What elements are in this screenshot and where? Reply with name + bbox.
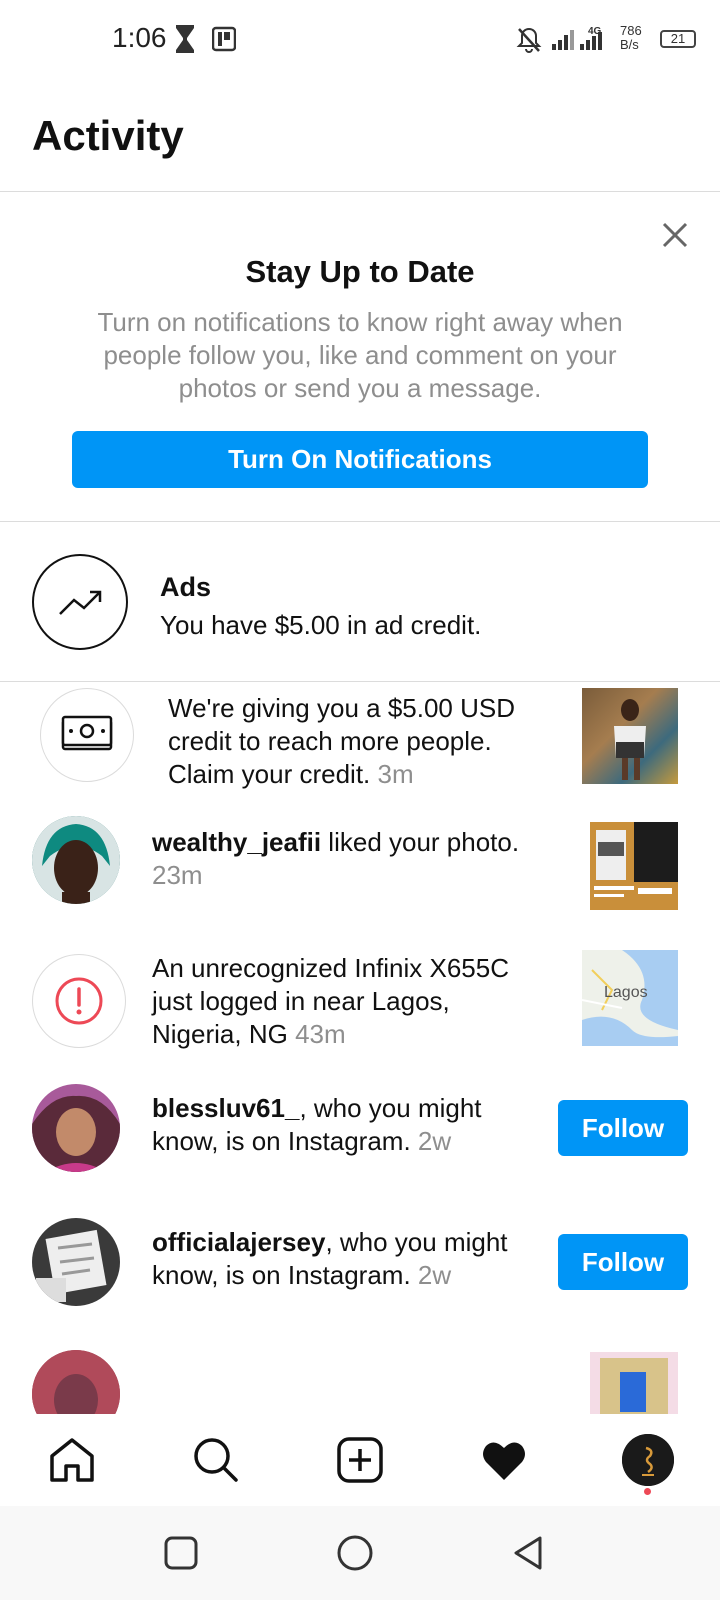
activity-time: 2w	[417, 1126, 452, 1156]
back-icon[interactable]	[508, 1532, 550, 1574]
avatar[interactable]	[32, 1218, 120, 1306]
notification-prompt: Stay Up to Date Turn on notifications to…	[0, 192, 720, 522]
money-icon	[40, 688, 134, 782]
home-icon[interactable]	[46, 1434, 98, 1486]
activity-text: We're giving you a $5.00 USD credit to r…	[168, 692, 548, 791]
activity-message: liked your photo.	[321, 827, 520, 857]
trending-up-icon	[32, 554, 128, 650]
avatar[interactable]	[32, 816, 120, 904]
list-item[interactable]: blessluv61_, who you might know, is on I…	[0, 1084, 720, 1174]
activity-text: wealthy_jeafii liked your photo. 23m	[152, 826, 542, 892]
follow-button[interactable]: Follow	[558, 1234, 688, 1290]
alert-icon	[32, 954, 126, 1048]
page-header: Activity	[0, 84, 720, 192]
network-speed-value: 786	[620, 23, 642, 38]
avatar[interactable]	[32, 1350, 120, 1414]
list-item[interactable]	[0, 1350, 720, 1414]
activity-text: blessluv61_, who you might know, is on I…	[152, 1092, 542, 1158]
hourglass-icon	[174, 24, 196, 59]
signal-4g-icon: 4G	[580, 24, 608, 57]
network-speed-unit: B/s	[620, 37, 639, 52]
username[interactable]: wealthy_jeafii	[152, 827, 321, 857]
status-bar: 1:06 4G 786 B/s 21	[0, 0, 720, 80]
username[interactable]: blessluv61_	[152, 1093, 299, 1123]
heart-icon[interactable]	[478, 1434, 530, 1486]
network-speed: 786 B/s	[620, 24, 642, 52]
post-thumbnail[interactable]	[590, 1352, 678, 1414]
post-thumbnail[interactable]	[582, 688, 678, 784]
recent-apps-icon[interactable]	[160, 1532, 202, 1574]
signal-icon	[552, 30, 576, 55]
activity-list: We're giving you a $5.00 USD credit to r…	[0, 682, 720, 1414]
page-title: Activity	[32, 112, 184, 159]
search-icon[interactable]	[190, 1434, 242, 1486]
map-label: Lagos	[604, 984, 648, 1001]
profile-avatar[interactable]	[622, 1434, 674, 1486]
list-item[interactable]: wealthy_jeafii liked your photo. 23m	[0, 816, 720, 910]
battery-icon: 21	[660, 30, 696, 48]
ads-subtitle: You have $5.00 in ad credit.	[160, 610, 482, 640]
system-nav-bar	[0, 1506, 720, 1600]
activity-time: 23m	[152, 860, 203, 890]
turn-on-notifications-button[interactable]: Turn On Notifications	[72, 431, 648, 488]
ads-row[interactable]: Ads You have $5.00 in ad credit.	[0, 522, 720, 682]
prompt-description: Turn on notifications to know right away…	[97, 307, 623, 403]
activity-message: We're giving you a $5.00 USD credit to r…	[168, 693, 516, 789]
home-circle-icon[interactable]	[334, 1532, 376, 1574]
notification-dot	[644, 1488, 651, 1495]
list-item[interactable]: officialajersey, who you might know, is …	[0, 1218, 720, 1308]
activity-time: 2w	[417, 1260, 452, 1290]
map-thumbnail[interactable]: Lagos	[582, 950, 678, 1046]
post-thumbnail[interactable]	[590, 822, 678, 910]
activity-time: 3m	[377, 759, 414, 789]
ads-title: Ads	[160, 572, 212, 602]
add-post-icon[interactable]	[334, 1434, 386, 1486]
bottom-nav	[0, 1414, 720, 1506]
list-item[interactable]: An unrecognized Infinix X655C just logge…	[0, 950, 720, 1052]
status-time: 1:06	[112, 22, 167, 53]
list-item[interactable]: We're giving you a $5.00 USD credit to r…	[0, 688, 720, 794]
app-notification-icon	[211, 26, 237, 57]
activity-text: An unrecognized Infinix X655C just logge…	[152, 952, 542, 1051]
username[interactable]: officialajersey	[152, 1227, 325, 1257]
avatar[interactable]	[32, 1084, 120, 1172]
bell-muted-icon	[516, 26, 542, 59]
prompt-title: Stay Up to Date	[245, 254, 475, 289]
activity-text: officialajersey, who you might know, is …	[152, 1226, 542, 1292]
follow-button[interactable]: Follow	[558, 1100, 688, 1156]
close-icon[interactable]	[660, 220, 690, 250]
battery-level: 21	[670, 31, 686, 46]
activity-time: 43m	[295, 1019, 346, 1049]
